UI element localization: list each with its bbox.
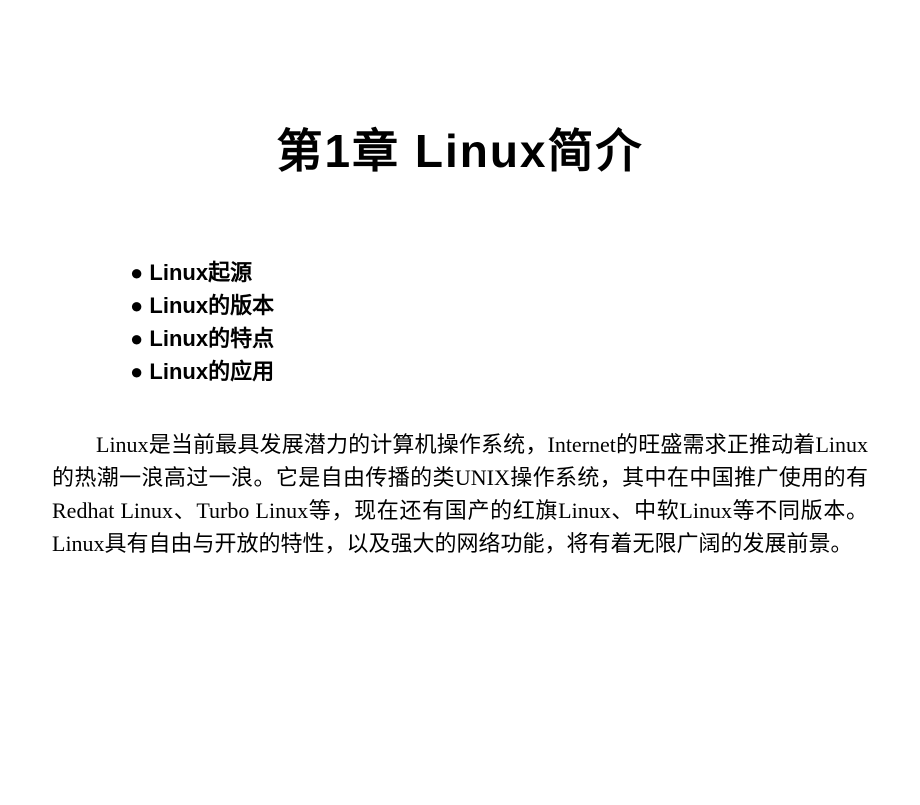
slide-title: 第1章 Linux简介 [0,115,920,181]
list-item: Linux的应用 [130,355,920,388]
list-item: Linux的特点 [130,322,920,355]
paragraph-text: Linux是当前最具发展潜力的计算机操作系统，Internet的旺盛需求正推动着… [52,432,868,556]
slide-container: 第1章 Linux简介 Linux起源 Linux的版本 Linux的特点 Li… [0,115,920,805]
list-item: Linux的版本 [130,289,920,322]
body-paragraph: Linux是当前最具发展潜力的计算机操作系统，Internet的旺盛需求正推动着… [52,428,868,560]
list-item: Linux起源 [130,256,920,289]
topic-list: Linux起源 Linux的版本 Linux的特点 Linux的应用 [130,256,920,388]
